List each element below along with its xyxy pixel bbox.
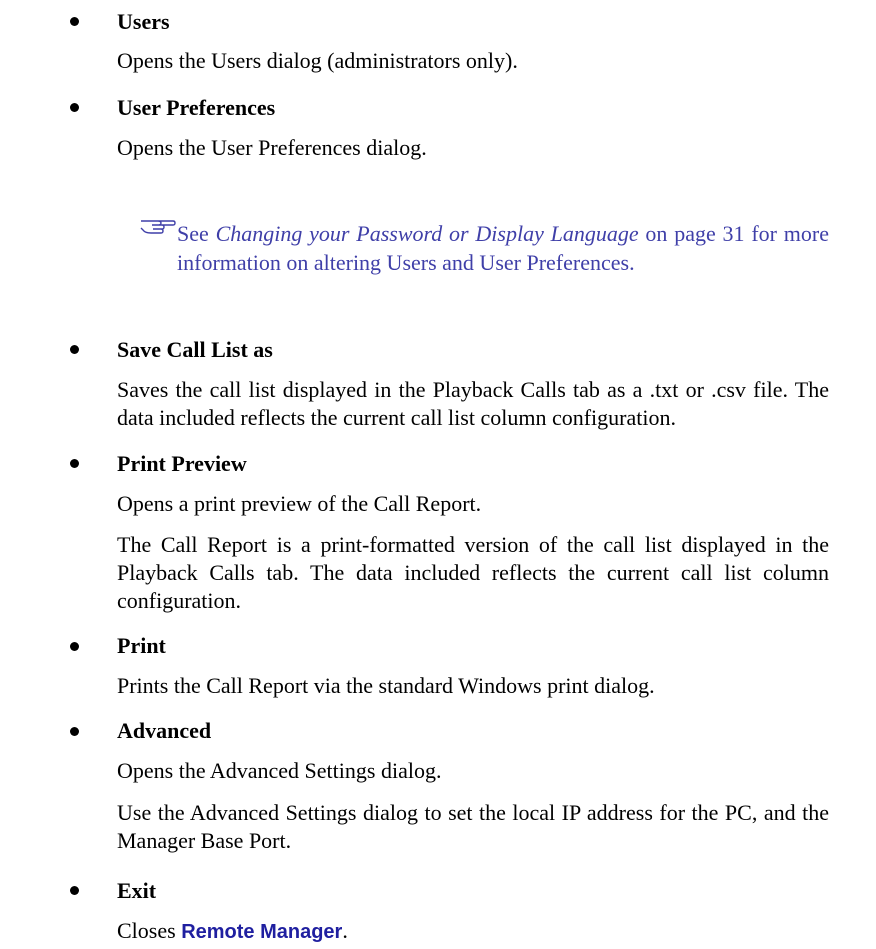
pointing-hand-icon [140,220,176,234]
item-title-users: Users [117,9,170,34]
item-desc-print-preview-detail: The Call Report is a print-formatted ver… [117,532,829,613]
exit-desc-suffix: . [342,918,348,943]
item-title-save-call-list-as: Save Call List as [117,337,273,362]
item-desc-save-call-list-as: Saves the call list displayed in the Pla… [117,377,829,430]
item-desc-advanced: Opens the Advanced Settings dialog. [117,758,442,783]
item-desc-user-preferences: Opens the User Preferences dialog. [117,135,427,160]
item-title-advanced: Advanced [117,718,212,743]
bullet [70,727,79,736]
bullet [70,642,79,651]
bullet [70,103,79,112]
app-name: Remote Manager [181,921,343,943]
item-title-user-preferences: User Preferences [117,95,276,120]
item-title-print: Print [117,633,166,658]
item-desc-users: Opens the Users dialog (administrators o… [117,48,518,73]
bullet [70,17,79,26]
item-desc-exit: Closes Remote Manager. [117,917,829,946]
cross-reference-link[interactable]: Changing your Password or Display Langua… [216,221,639,246]
item-title-exit: Exit [117,878,157,903]
item-desc-print-preview: Opens a print preview of the Call Report… [117,491,482,516]
exit-desc-prefix: Closes [117,918,182,943]
item-desc-advanced-detail: Use the Advanced Settings dialog to set … [117,800,829,853]
item-title-print-preview: Print Preview [117,451,247,476]
note-prefix: See [177,221,216,246]
document-page: Users Opens the Users dialog (administra… [0,0,876,949]
item-desc-print: Prints the Call Report via the standard … [117,673,655,698]
bullet [70,459,79,468]
bullet [70,886,79,895]
bullet [70,345,79,354]
see-also-note: See Changing your Password or Display La… [177,219,829,277]
